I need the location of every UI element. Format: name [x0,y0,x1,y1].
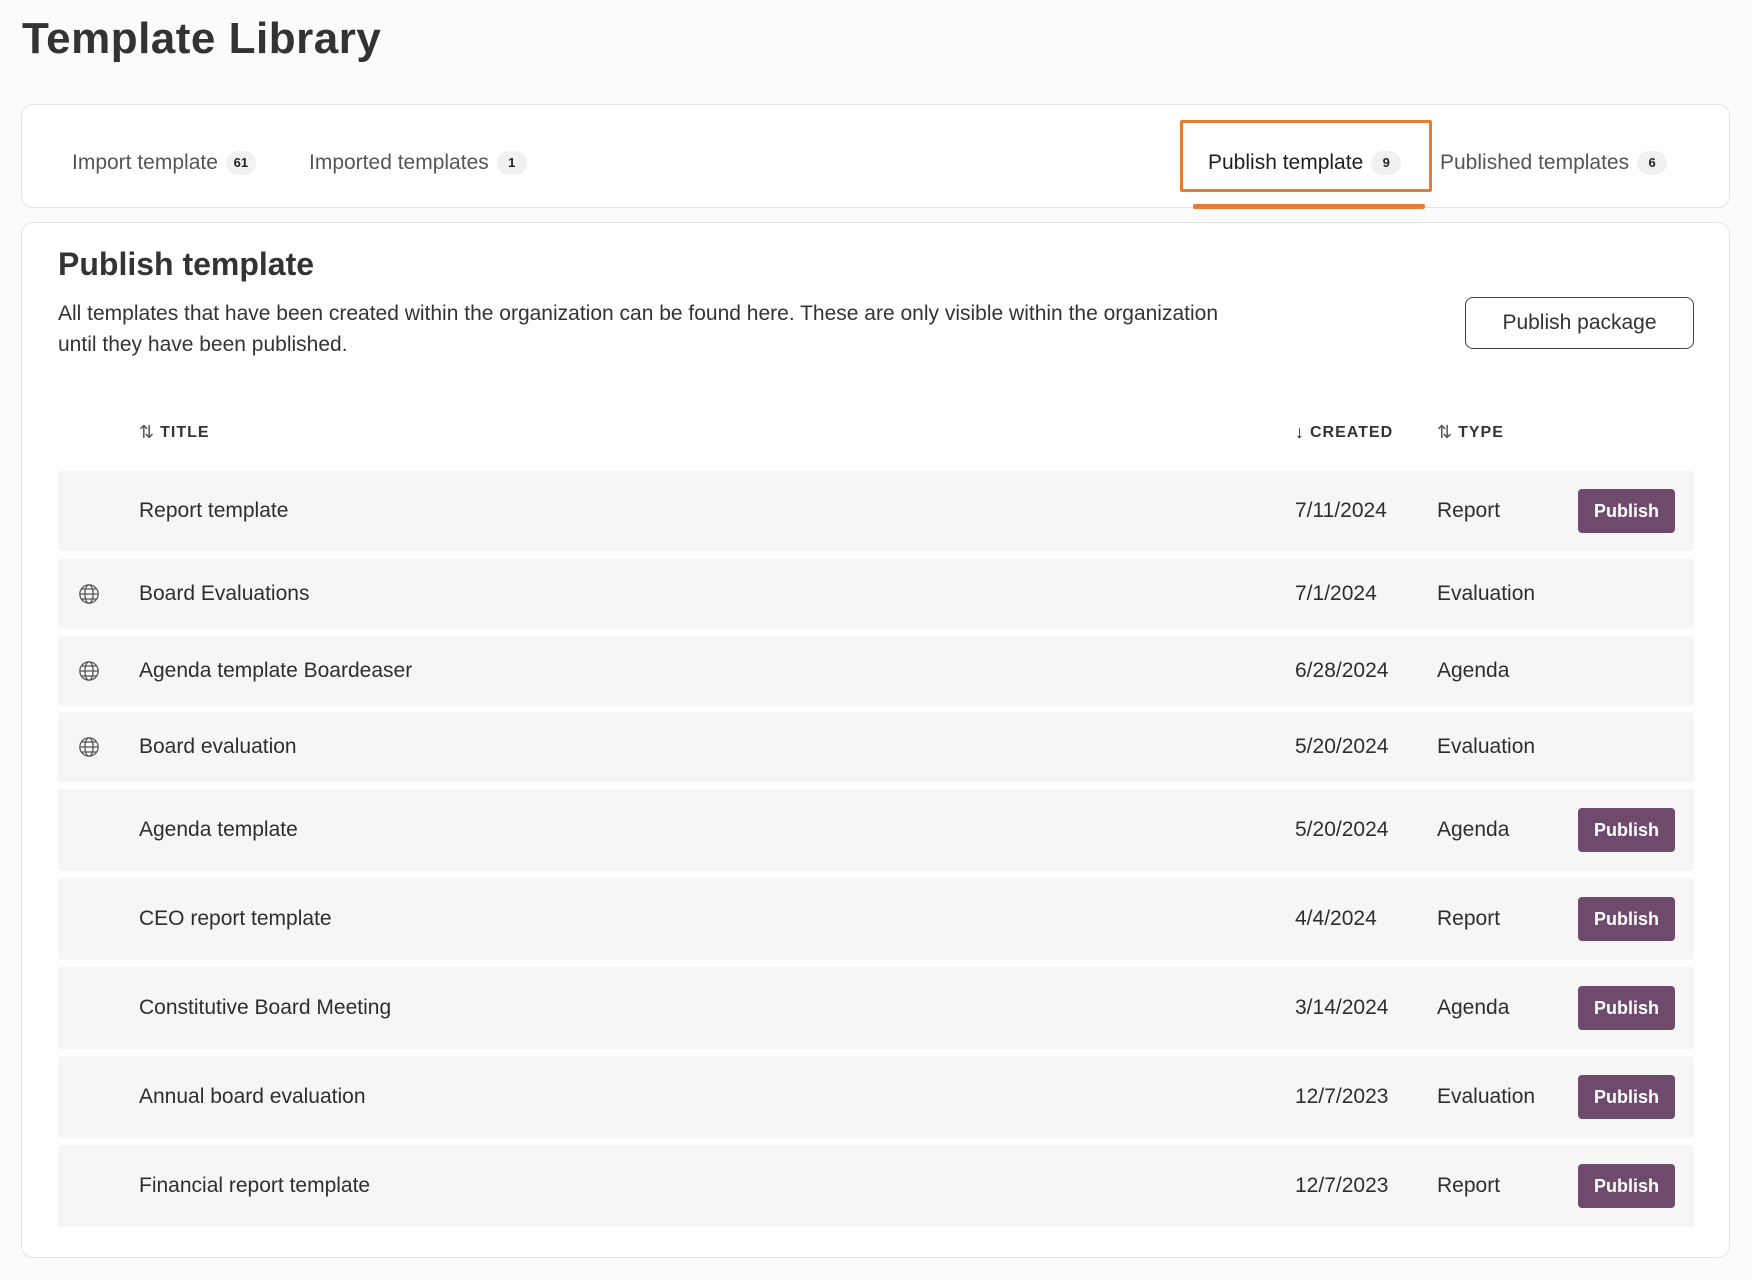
row-action-cell: Publish [1578,1056,1675,1138]
row-icon-cell [76,1145,102,1227]
tab-publish-template[interactable]: Publish template 9 [1208,141,1402,185]
row-action-cell: Publish [1578,967,1675,1049]
row-title: Financial report template [139,1174,371,1197]
active-tab-underline [1193,204,1425,209]
page-title: Template Library [22,14,382,63]
row-created-date: 12/7/2023 [1295,1085,1389,1108]
row-type: Report [1437,907,1501,930]
row-title: Agenda template [139,818,298,841]
globe-icon [78,736,100,758]
row-type: Agenda [1437,818,1510,841]
table-row[interactable]: Agenda template 5/20/2024 Agenda Publish [58,789,1694,871]
row-title: Report template [139,499,289,522]
row-icon-cell [76,878,102,960]
row-created-date: 4/4/2024 [1295,907,1377,930]
globe-icon [78,660,100,682]
row-action-cell: Publish [1578,1145,1675,1227]
table-row[interactable]: Report template 7/11/2024 Report Publish [58,471,1694,551]
sort-arrows-icon: ⇅ [1437,422,1453,442]
tab-count-badge: 9 [1371,151,1402,175]
tabs-bar: Import template 61 Imported templates 1 … [21,104,1730,208]
row-icon-cell [76,967,102,1049]
row-created-date: 5/20/2024 [1295,818,1389,841]
globe-icon [78,583,100,605]
tab-count-badge: 1 [496,151,527,175]
row-type: Evaluation [1437,1085,1536,1108]
arrow-down-icon: ↓ [1295,422,1304,442]
tab-label: Imported templates [309,151,489,174]
row-title: Constitutive Board Meeting [139,996,392,1019]
publish-button[interactable]: Publish [1578,489,1675,533]
row-icon-cell [76,559,102,629]
column-header-title[interactable]: ⇅ TITLE [139,422,210,443]
row-icon-cell [76,789,102,871]
tab-published-templates[interactable]: Published templates 6 [1440,141,1668,185]
tab-label: Published templates [1440,151,1630,174]
row-icon-cell [76,712,102,782]
column-header-type[interactable]: ⇅ TYPE [1437,422,1504,443]
row-icon-cell [76,1056,102,1138]
row-title: Board evaluation [139,735,297,758]
row-created-date: 7/1/2024 [1295,582,1377,605]
row-type: Agenda [1437,996,1510,1019]
table-row[interactable]: Board Evaluations 7/1/2024 Evaluation [58,559,1694,629]
table-row[interactable]: Constitutive Board Meeting 3/14/2024 Agend… [58,967,1694,1049]
row-type: Report [1437,1174,1501,1197]
row-created-date: 6/28/2024 [1295,659,1389,682]
section-title: Publish template [58,246,315,282]
tab-label: Publish template [1208,151,1364,174]
tab-count-badge: 61 [225,151,256,175]
publish-package-button[interactable]: Publish package [1465,297,1694,349]
publish-button[interactable]: Publish [1578,897,1675,941]
column-header-label: TYPE [1458,423,1504,441]
table-row[interactable]: Annual board evaluation 12/7/2023 Evaluati… [58,1056,1694,1138]
row-icon-cell [76,636,102,706]
row-created-date: 5/20/2024 [1295,735,1389,758]
publish-button[interactable]: Publish [1578,808,1675,852]
publish-button[interactable]: Publish [1578,1075,1675,1119]
section-description: All templates that have been created wit… [58,302,1219,356]
table-row[interactable]: Board evaluation 5/20/2024 Evaluation [58,712,1694,782]
row-icon-cell [76,471,102,551]
row-type: Evaluation [1437,735,1536,758]
tab-import-template[interactable]: Import template 61 [72,141,256,185]
row-created-date: 7/11/2024 [1295,499,1387,522]
row-created-date: 12/7/2023 [1295,1174,1389,1197]
row-type: Report [1437,499,1501,522]
row-title: CEO report template [139,907,332,930]
column-header-label: CREATED [1310,423,1394,441]
table-row[interactable]: CEO report template 4/4/2024 Report Publish [58,878,1694,960]
row-title: Annual board evaluation [139,1085,366,1108]
sort-arrows-icon: ⇅ [139,422,155,442]
row-action-cell: Publish [1578,471,1675,551]
row-action-cell: Publish [1578,878,1675,960]
publish-button[interactable]: Publish [1578,986,1675,1030]
tab-label: Import template [72,151,218,174]
table-row[interactable]: Agenda template Boardeaser 6/28/2024 Agend… [58,636,1694,706]
row-title: Agenda template Boardeaser [139,659,413,682]
row-type: Agenda [1437,659,1510,682]
tab-imported-templates[interactable]: Imported templates 1 [309,141,527,185]
row-title: Board Evaluations [139,582,310,605]
row-action-cell: Publish [1578,789,1675,871]
row-type: Evaluation [1437,582,1536,605]
column-header-created[interactable]: ↓ CREATED [1295,422,1393,443]
tab-count-badge: 6 [1637,151,1668,175]
table-row[interactable]: Financial report template 12/7/2023 Report… [58,1145,1694,1227]
column-header-label: TITLE [160,423,210,441]
row-created-date: 3/14/2024 [1295,996,1389,1019]
publish-button[interactable]: Publish [1578,1164,1675,1208]
